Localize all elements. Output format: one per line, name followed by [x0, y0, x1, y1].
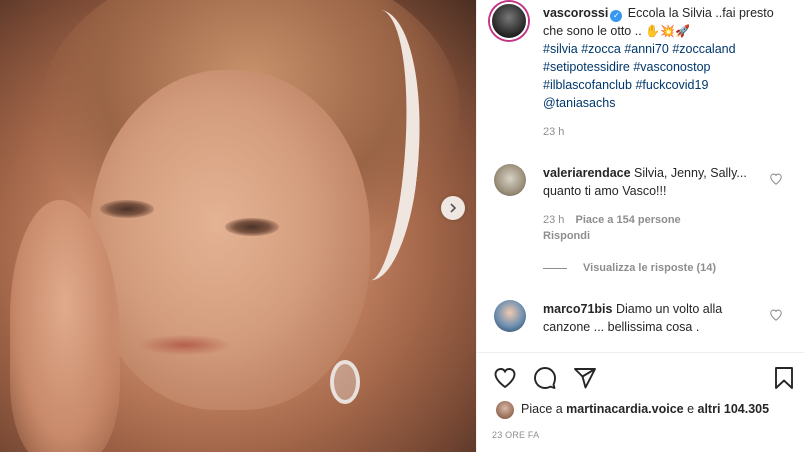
- liker-username[interactable]: martinacardia.voice: [566, 402, 683, 416]
- replies-divider-line: [543, 267, 567, 269]
- comment-like-icon[interactable]: [769, 172, 783, 186]
- chevron-right-icon: [450, 203, 457, 213]
- commenter-avatar[interactable]: [494, 300, 526, 332]
- comment: valeriarendace Silvia, Jenny, Sally... q…: [543, 164, 763, 200]
- post-caption: vascorossi ✓ Eccola la Silvia ..fai prest…: [543, 4, 793, 112]
- verified-badge-icon: ✓: [610, 10, 623, 22]
- commenter-avatar[interactable]: [494, 164, 526, 196]
- caption-emojis: ✋💥🚀: [645, 24, 690, 38]
- bookmark-icon: [775, 367, 793, 389]
- hashtag[interactable]: #vasconostop: [633, 60, 710, 74]
- comment-icon: [534, 367, 556, 389]
- reply-button[interactable]: Rispondi: [543, 230, 590, 242]
- view-replies-button[interactable]: Visualizza le risposte (14): [543, 262, 716, 274]
- liker-avatar[interactable]: [496, 401, 514, 419]
- comment-time[interactable]: 23 h: [543, 214, 564, 226]
- heart-icon: [494, 368, 516, 389]
- likes-others[interactable]: altri 104.305: [698, 402, 770, 416]
- save-button[interactable]: [771, 365, 797, 391]
- likes-summary: Piace a martinacardia.voice e altri 104.…: [521, 402, 769, 416]
- hashtag[interactable]: #ilblascofanclub: [543, 78, 632, 92]
- next-photo-button[interactable]: [441, 196, 465, 220]
- photo-eye-right: [225, 218, 279, 236]
- comment-likes[interactable]: Piace a 154 persone: [575, 214, 680, 226]
- post-photo: [0, 0, 476, 452]
- hashtag[interactable]: #fuckcovid19: [635, 78, 708, 92]
- comment-meta: 23 h Piace a 154 persone: [543, 214, 689, 226]
- actions-divider: [477, 352, 804, 353]
- comment-username[interactable]: valeriarendace: [543, 166, 631, 180]
- comment-username[interactable]: marco71bis: [543, 302, 612, 316]
- comment-like-icon[interactable]: [769, 308, 783, 322]
- photo-mouth: [140, 335, 230, 355]
- like-button[interactable]: [492, 365, 518, 391]
- post-date[interactable]: 23 ORE FA: [492, 430, 539, 440]
- likes-prefix: Piace a: [521, 402, 567, 416]
- caption-time[interactable]: 23 h: [543, 126, 564, 138]
- hashtag[interactable]: #zoccaland: [672, 42, 735, 56]
- hashtag[interactable]: #setipotessidire: [543, 60, 630, 74]
- photo-earring: [330, 360, 360, 404]
- author-avatar[interactable]: [490, 2, 528, 40]
- photo-eye-left: [100, 200, 154, 218]
- likes-middle: e: [683, 402, 698, 416]
- hashtag[interactable]: #silvia: [543, 42, 578, 56]
- hashtag[interactable]: #zocca: [581, 42, 621, 56]
- hashtag[interactable]: #anni70: [624, 42, 669, 56]
- share-button[interactable]: [572, 365, 598, 391]
- view-replies-label: Visualizza le risposte (14): [583, 262, 717, 274]
- comment: marco71bis Diamo un volto alla canzone .…: [543, 300, 763, 336]
- mention[interactable]: @taniasachs: [543, 96, 615, 110]
- author-username[interactable]: vascorossi: [543, 6, 608, 20]
- share-icon: [574, 368, 596, 389]
- comment-button[interactable]: [532, 365, 558, 391]
